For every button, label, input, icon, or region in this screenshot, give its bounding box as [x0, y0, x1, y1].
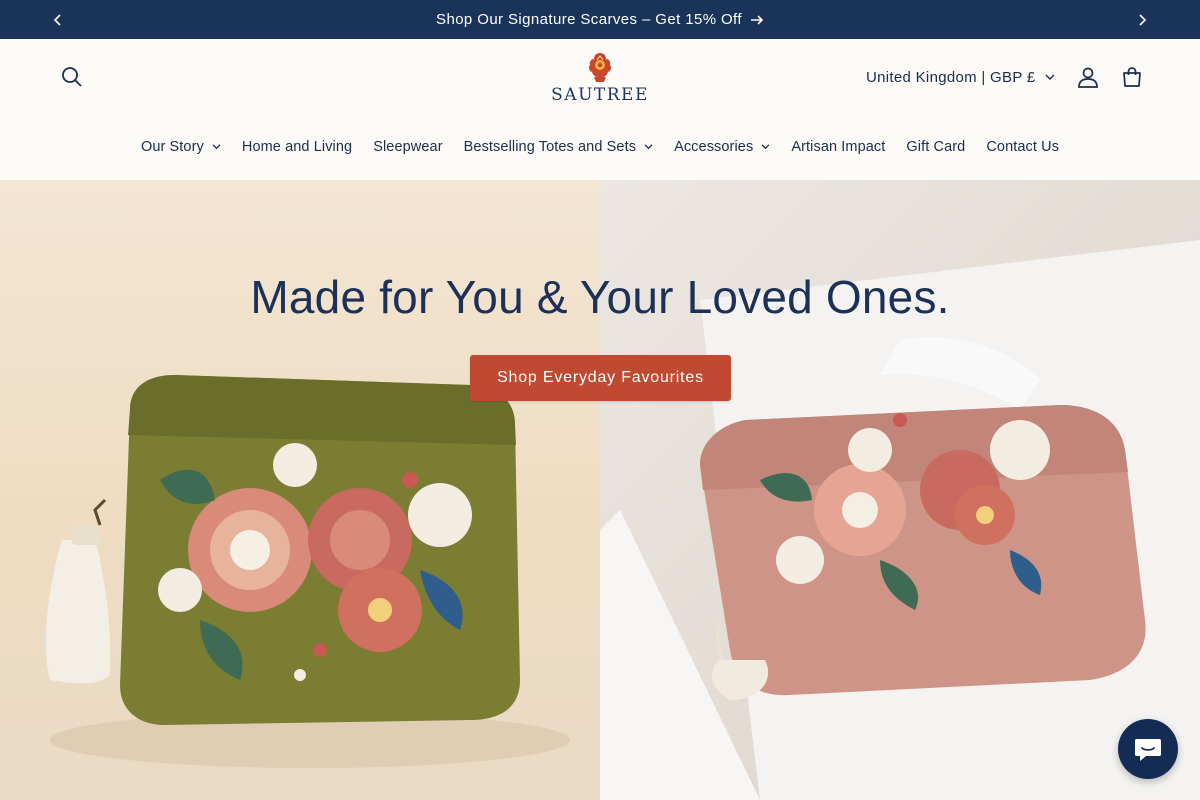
country-selector[interactable]: United Kingdom | GBP £	[866, 63, 1056, 91]
country-selector-label: United Kingdom | GBP £	[866, 68, 1036, 86]
nav-item-our-story[interactable]: Our Story	[130, 139, 231, 155]
chevron-down-icon	[212, 144, 221, 150]
cart-button[interactable]	[1112, 57, 1152, 97]
logo-wordmark: SAUTREE	[551, 85, 649, 105]
chevron-down-icon	[644, 144, 653, 150]
nav-item-accessories[interactable]: Accessories	[664, 139, 781, 155]
logo-emblem-icon	[588, 53, 612, 82]
hero-cta-button[interactable]: Shop Everyday Favourites	[470, 355, 731, 401]
nav-item-label: Home and Living	[241, 139, 353, 155]
announcement-bar: Shop Our Signature Scarves – Get 15% Off	[0, 0, 1200, 39]
nav-item-contact-us[interactable]: Contact Us	[976, 139, 1070, 155]
hero-banner: Made for You & Your Loved Ones. Shop Eve…	[0, 180, 1200, 800]
account-button[interactable]	[1068, 57, 1108, 97]
nav-item-artisan-impact[interactable]: Artisan Impact	[781, 139, 896, 155]
main-navigation: Our Story Home and Living Sleepwear Best…	[0, 133, 1200, 161]
chat-launcher-button[interactable]	[1118, 719, 1178, 779]
nav-item-bestselling-totes[interactable]: Bestselling Totes and Sets	[453, 139, 663, 155]
site-header: SAUTREE United Kingdom | GBP £ Our Story…	[0, 39, 1200, 180]
chevron-down-icon	[1045, 73, 1056, 80]
green-pouch-image	[45, 375, 570, 768]
search-button[interactable]	[52, 57, 92, 97]
announcement-prev-button[interactable]	[38, 0, 78, 39]
chevron-left-icon	[53, 13, 61, 26]
nav-item-label: Artisan Impact	[791, 139, 886, 155]
cart-icon	[1123, 67, 1141, 87]
nav-item-label: Accessories	[674, 139, 754, 155]
chevron-down-icon	[761, 144, 770, 150]
nav-item-label: Contact Us	[986, 139, 1060, 155]
account-icon	[1078, 67, 1098, 88]
nav-item-label: Our Story	[140, 139, 204, 155]
hero-title: Made for You & Your Loved Ones.	[250, 271, 950, 323]
nav-item-label: Sleepwear	[373, 139, 443, 155]
announcement-text: Shop Our Signature Scarves – Get 15% Off	[436, 11, 742, 28]
announcement-next-button[interactable]	[1122, 0, 1162, 39]
nav-item-label: Gift Card	[906, 139, 966, 155]
announcement-link[interactable]: Shop Our Signature Scarves – Get 15% Off	[436, 11, 764, 28]
chevron-right-icon	[1139, 13, 1147, 26]
nav-item-gift-card[interactable]: Gift Card	[896, 139, 976, 155]
search-icon	[62, 67, 82, 87]
site-logo[interactable]: SAUTREE	[548, 51, 652, 107]
chat-icon	[1135, 739, 1161, 761]
nav-item-home-and-living[interactable]: Home and Living	[231, 139, 362, 155]
arrow-right-icon	[750, 14, 764, 25]
nav-item-sleepwear[interactable]: Sleepwear	[363, 139, 453, 155]
nav-item-label: Bestselling Totes and Sets	[463, 139, 637, 155]
pink-pouch-image	[600, 240, 1200, 800]
